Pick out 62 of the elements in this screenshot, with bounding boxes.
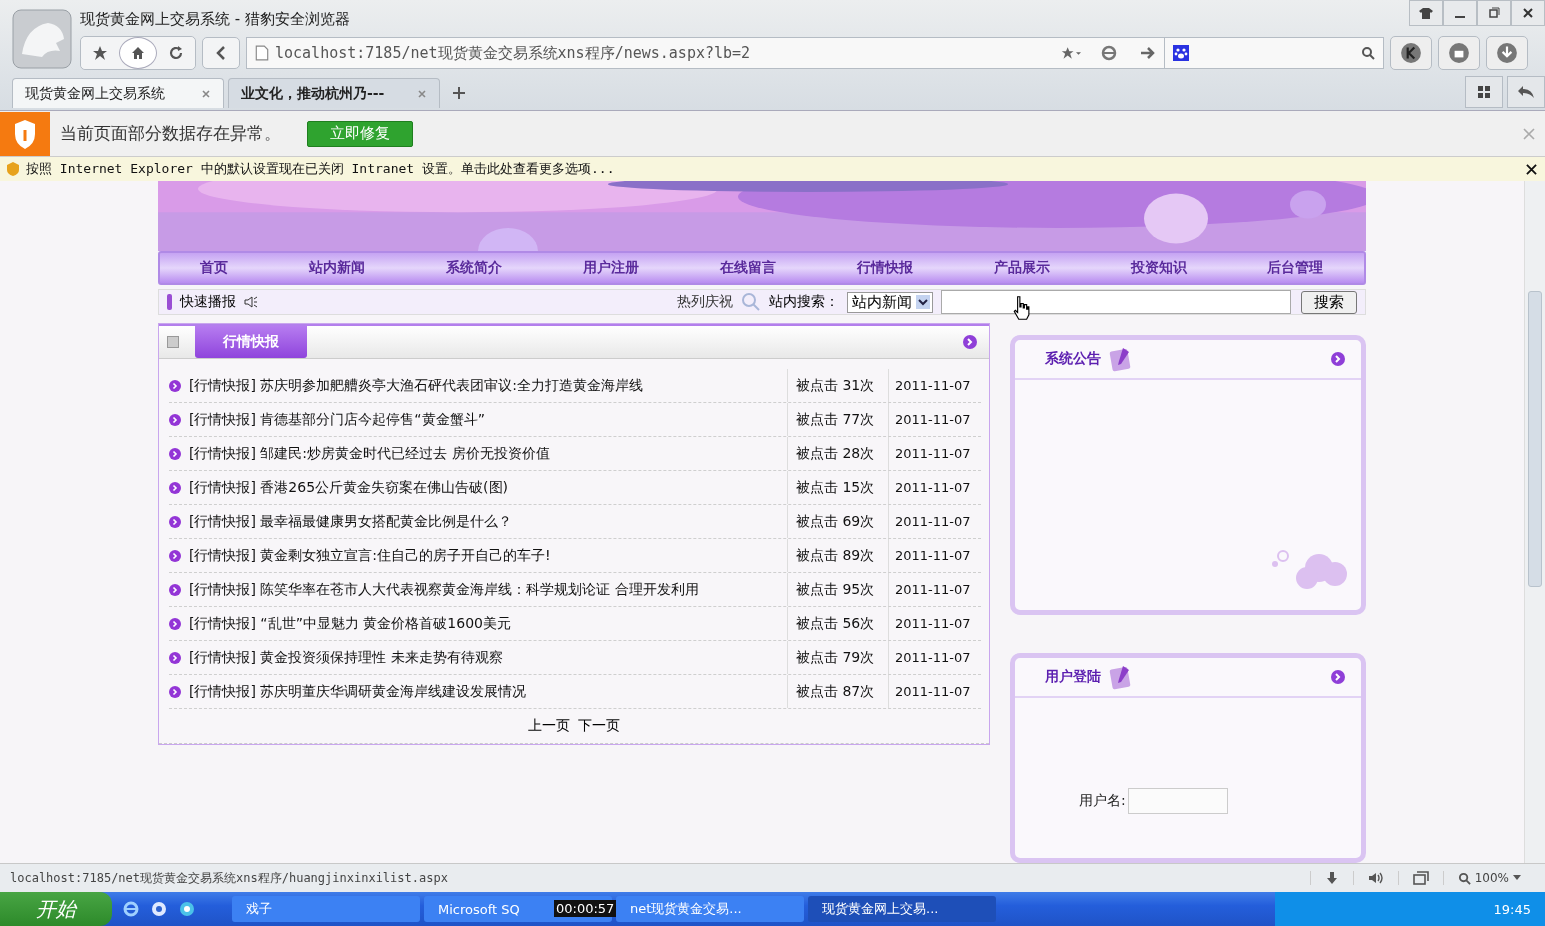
news-link[interactable]: [行情快报] 苏庆明参加舥艚炎亭大渔石砰代表团审议:全力打造黄金海岸线 xyxy=(189,376,787,395)
username-label: 用户名: xyxy=(1079,792,1126,810)
panel-title: 用户登陆 xyxy=(1045,668,1101,686)
taskbar-item[interactable]: 戏子 xyxy=(232,896,420,922)
news-link[interactable]: [行情快报] 苏庆明董庆华调研黄金海岸线建设发展情况 xyxy=(189,682,787,701)
news-link[interactable]: [行情快报] “乱世”中显魅力 黄金价格首破1600美元 xyxy=(189,614,787,633)
pager-link[interactable]: 上一页 xyxy=(528,717,570,735)
news-link[interactable]: [行情快报] 陈笑华率在苍市人大代表视察黄金海岸线：科学规划论证 合理开发利用 xyxy=(189,580,787,599)
news-link[interactable]: [行情快报] 最幸福最健康男女搭配黄金比例是什么？ xyxy=(189,512,787,531)
taskbar-item[interactable]: net现货黄金交易... xyxy=(616,896,804,922)
news-link[interactable]: [行情快报] 香港265公斤黄金失窃案在佛山告破(图) xyxy=(189,478,787,497)
marquee-text: 热列庆祝 xyxy=(677,293,733,311)
click-count: 被点击 79次 xyxy=(787,641,888,674)
news-date: 2011-11-07 xyxy=(888,573,981,606)
click-count: 被点击 77次 xyxy=(787,403,888,436)
news-date: 2011-11-07 xyxy=(888,641,981,674)
nav-link[interactable]: 行情快报 xyxy=(856,259,913,278)
nav-link[interactable]: 后台管理 xyxy=(1267,259,1324,278)
news-link[interactable]: [行情快报] 肯德基部分门店今起停售“黄金蟹斗” xyxy=(189,410,787,429)
click-count: 被点击 56次 xyxy=(787,607,888,640)
nav-link[interactable]: 系统简介 xyxy=(446,259,503,278)
nav-link[interactable]: 首页 xyxy=(200,259,229,278)
nav-link[interactable]: 站内新闻 xyxy=(309,259,366,278)
news-date: 2011-11-07 xyxy=(888,437,981,470)
nav-link[interactable]: 产品展示 xyxy=(993,259,1050,278)
status-url: localhost:7185/net现货黄金交易系统xns程序/huangjinxinxilist.aspx xyxy=(10,869,448,887)
news-link[interactable]: [行情快报] 黄金投资须保持理性 未来走势有待观察 xyxy=(189,648,787,667)
search-button[interactable]: 搜索 xyxy=(1301,290,1357,314)
nav-link[interactable]: 用户注册 xyxy=(583,259,640,278)
zoom-button[interactable]: 100% xyxy=(1442,871,1535,885)
notice-message: 当前页面部分数据存在异常。 xyxy=(60,122,281,145)
click-count: 被点击 31次 xyxy=(787,369,888,402)
click-count: 被点击 87次 xyxy=(787,675,888,708)
start-button[interactable]: 开始 xyxy=(0,892,112,926)
click-count: 被点击 95次 xyxy=(787,573,888,606)
search-label: 站内搜索： xyxy=(769,293,839,311)
taskbar-item[interactable]: 现货黄金网上交易... xyxy=(808,896,996,922)
click-count: 被点击 28次 xyxy=(787,437,888,470)
browser-tab[interactable]: 现货黄金网上交易系统 xyxy=(12,78,224,108)
address-bar[interactable]: localhost:7185/net现货黄金交易系统xns程序/news.aspx?lb=2 xyxy=(246,37,1166,69)
news-date: 2011-11-07 xyxy=(888,675,981,708)
news-date: 2011-11-07 xyxy=(888,505,981,538)
timer-tooltip: 00:00:57 xyxy=(554,900,617,917)
news-link[interactable]: [行情快报] 邹建民:炒房黄金时代已经过去 房价无投资价值 xyxy=(189,444,787,463)
window-title: 现货黄金网上交易系统 - 猎豹安全浏览器 xyxy=(80,9,350,29)
click-count: 被点击 89次 xyxy=(787,539,888,572)
news-date: 2011-11-07 xyxy=(888,403,981,436)
panel-title: 系统公告 xyxy=(1045,350,1101,368)
scope-dropdown[interactable]: 站内新闻 xyxy=(847,291,933,313)
click-count: 被点击 69次 xyxy=(787,505,888,538)
click-count: 被点击 15次 xyxy=(787,471,888,504)
nav-link[interactable]: 在线留言 xyxy=(719,259,776,278)
ticker-label: 快速播报 xyxy=(180,293,236,311)
news-date: 2011-11-07 xyxy=(888,369,981,402)
browser-tab[interactable]: 业文化，推动杭州乃--- xyxy=(228,78,440,108)
clock: 19:45 xyxy=(1493,901,1531,917)
news-date: 2011-11-07 xyxy=(888,471,981,504)
news-link[interactable]: [行情快报] 黄金剩女独立宣言:住自己的房子开自己的车子! xyxy=(189,546,787,565)
news-date: 2011-11-07 xyxy=(888,539,981,572)
news-date: 2011-11-07 xyxy=(888,607,981,640)
pager-link[interactable]: 下一页 xyxy=(578,717,620,735)
nav-link[interactable]: 投资知识 xyxy=(1130,259,1187,278)
